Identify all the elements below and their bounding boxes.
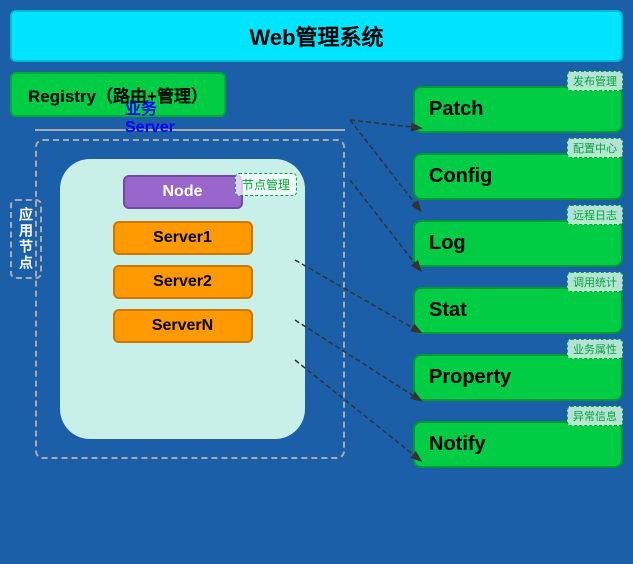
notify-item: 异常信息 Notify xyxy=(413,407,623,468)
patch-box: Patch xyxy=(413,86,623,133)
server2-box: Server2 xyxy=(113,265,253,299)
log-item: 远程日志 Log xyxy=(413,206,623,267)
inner-container: 节点管理 Node Server1 Server2 ServerN xyxy=(60,159,305,439)
config-text: Config xyxy=(429,165,492,187)
main-container: Web管理系统 Registry（路由+管理） 应用节点 节点管理 xyxy=(0,0,633,564)
node-mgmt-label: 节点管理 xyxy=(235,173,297,196)
title-text: Web管理系统 xyxy=(249,25,383,50)
business-server-label: 业务Server xyxy=(125,95,175,137)
notify-text: Notify xyxy=(429,433,486,455)
log-text: Log xyxy=(429,232,466,254)
property-text: Property xyxy=(429,366,511,388)
server1-text: Server1 xyxy=(153,229,212,246)
notify-tag: 异常信息 xyxy=(567,406,623,426)
notify-box: Notify xyxy=(413,421,623,468)
property-tag: 业务属性 xyxy=(567,339,623,359)
registry-box: Registry（路由+管理） xyxy=(10,72,226,117)
server1-box: Server1 xyxy=(113,221,253,255)
log-tag: 远程日志 xyxy=(567,205,623,225)
patch-tag: 发布管理 xyxy=(567,71,623,91)
config-item: 配置中心 Config xyxy=(413,139,623,200)
app-node-label: 应用节点 xyxy=(10,199,42,279)
patch-item: 发布管理 Patch xyxy=(413,72,623,133)
left-panel: Registry（路由+管理） 应用节点 节点管理 Node xyxy=(10,72,370,139)
separator-line xyxy=(35,129,345,131)
stat-box: Stat xyxy=(413,287,623,334)
property-box: Property xyxy=(413,354,623,401)
app-node-text: 应用节点 xyxy=(16,207,36,271)
stat-tag: 调用统计 xyxy=(567,272,623,292)
title-bar: Web管理系统 xyxy=(10,10,623,62)
property-item: 业务属性 Property xyxy=(413,340,623,401)
patch-text: Patch xyxy=(429,98,483,120)
node-box: Node xyxy=(123,175,243,209)
stat-text: Stat xyxy=(429,299,467,321)
config-tag: 配置中心 xyxy=(567,138,623,158)
config-box: Config xyxy=(413,153,623,200)
log-box: Log xyxy=(413,220,623,267)
registry-label: Registry（路由+管理） xyxy=(28,87,208,106)
serverN-box: ServerN xyxy=(113,309,253,343)
stat-item: 调用统计 Stat xyxy=(413,273,623,334)
serverN-text: ServerN xyxy=(152,317,213,334)
node-mgmt-text: 节点管理 xyxy=(242,178,290,192)
node-text: Node xyxy=(163,183,203,200)
server2-text: Server2 xyxy=(153,273,212,290)
right-panel: 发布管理 Patch 配置中心 Config 远程日志 Log 调用统计 Sta… xyxy=(413,72,623,468)
